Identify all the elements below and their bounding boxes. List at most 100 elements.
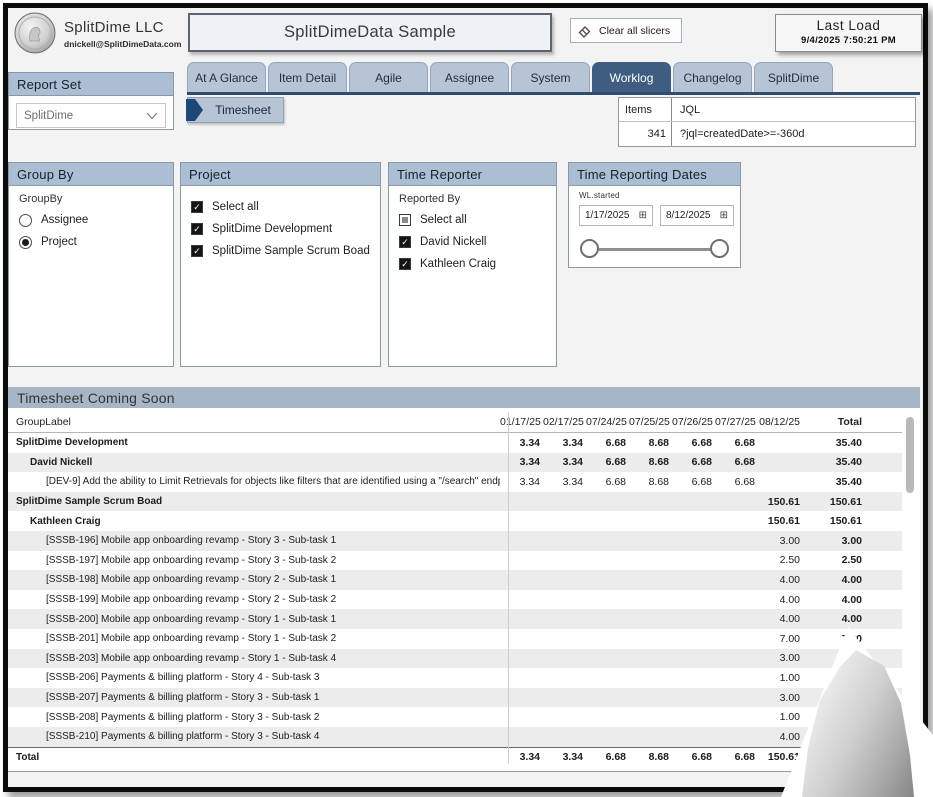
subtab-label: Timesheet [203, 103, 283, 117]
column-header-date: 07/25/25 [629, 416, 672, 428]
table-row[interactable]: [SSSB-201] Mobile app onboarding revamp … [8, 629, 902, 649]
column-header-grouplabel: GroupLabel [8, 416, 500, 428]
time-reporter-panel: Time Reporter Reported By Select all Davi… [388, 162, 557, 367]
row-label: Kathleen Craig [8, 516, 500, 527]
report-title: SplitDimeData Sample [188, 13, 552, 52]
last-load-timestamp: 9/4/2025 7:50:21 PM [776, 35, 921, 46]
cell-value: 8.68 [629, 751, 672, 763]
table-row[interactable]: [SSSB-200] Mobile app onboarding revamp … [8, 609, 902, 629]
checkbox-label: Kathleen Craig [420, 258, 496, 270]
cell-total: 4.00 [803, 574, 865, 586]
query-box: Items JQL 341 ?jql=createdDate>=-360d [618, 97, 916, 147]
slider-track [591, 248, 718, 251]
tab-at-a-glance[interactable]: At A Glance [187, 62, 266, 92]
table-row[interactable]: [SSSB-196] Mobile app onboarding revamp … [8, 531, 902, 551]
checkbox-splitdime-sample-scrum-boad[interactable]: SplitDime Sample Scrum Boad [191, 240, 380, 262]
row-label: [SSSB-196] Mobile app onboarding revamp … [8, 535, 500, 546]
report-set-dropdown[interactable]: SplitDime [16, 103, 166, 128]
tab-item-detail[interactable]: Item Detail [268, 62, 347, 92]
tab-assignee[interactable]: Assignee [430, 62, 509, 92]
cell-total: 35.40 [803, 456, 865, 468]
checkbox-select-all[interactable]: Select all [399, 209, 556, 231]
cell-value: 4.00 [758, 574, 803, 586]
table-row[interactable]: [SSSB-197] Mobile app onboarding revamp … [8, 551, 902, 571]
calendar-icon: ⊞ [720, 210, 728, 221]
report-title-text: SplitDimeData Sample [284, 23, 456, 42]
row-label: [SSSB-207] Payments & billing platform -… [8, 692, 500, 703]
table-row[interactable]: [SSSB-208] Payments & billing platform -… [8, 707, 902, 727]
table-row[interactable]: SplitDime Sample Scrum Boad150.61150.61 [8, 492, 902, 512]
cell-total: 4.00 [803, 594, 865, 606]
radio-label: Project [41, 236, 77, 248]
report-set-panel: Report Set SplitDime [8, 72, 174, 130]
checkbox-select-all[interactable]: Select all [191, 196, 380, 218]
checkbox-icon [399, 236, 411, 248]
table-row[interactable]: [DEV-9] Add the ability to Limit Retriev… [8, 472, 902, 492]
tab-agile[interactable]: Agile [349, 62, 428, 92]
column-header-date: 08/12/25 [758, 416, 803, 428]
checkbox-icon [399, 214, 411, 226]
checkbox-label: David Nickell [420, 236, 486, 248]
row-label: [SSSB-201] Mobile app onboarding revamp … [8, 633, 500, 644]
row-label: David Nickell [8, 457, 500, 468]
cell-total: 2.50 [803, 554, 865, 566]
radio-project[interactable]: Project [19, 231, 173, 253]
table-row[interactable]: Kathleen Craig150.61150.61 [8, 511, 902, 531]
table-header-row: GroupLabel01/17/2502/17/2507/24/2507/25/… [8, 412, 902, 433]
table-row[interactable]: [SSSB-203] Mobile app onboarding revamp … [8, 649, 902, 669]
checkbox-label: SplitDime Development [212, 223, 332, 235]
tab-system[interactable]: System [511, 62, 590, 92]
project-options: Select all SplitDime Development SplitDime… [181, 186, 380, 262]
table-row[interactable]: [SSSB-199] Mobile app onboarding revamp … [8, 590, 902, 610]
table-row[interactable]: David Nickell3.343.346.688.686.686.6835.… [8, 453, 902, 473]
time-reporter-header: Time Reporter [388, 162, 557, 186]
report-frame: SplitDime LLC dnickell@SplitDimeData.com… [3, 3, 928, 792]
table-row[interactable]: SplitDime Development3.343.346.688.686.6… [8, 433, 902, 453]
group-by-options: Assignee Project [9, 207, 173, 253]
table-row[interactable]: [SSSB-210] Payments & billing platform -… [8, 727, 902, 747]
checkbox-label: Select all [212, 201, 259, 213]
radio-icon [19, 214, 32, 227]
start-date-input[interactable]: 1/17/2025 ⊞ [579, 205, 653, 226]
cell-value: 6.68 [586, 456, 629, 468]
table-row[interactable]: [SSSB-206] Payments & billing platform -… [8, 668, 902, 688]
radio-label: Assignee [41, 214, 88, 226]
tab-splitdime[interactable]: SplitDime [754, 62, 833, 92]
company-email: dnickell@SplitDimeData.com [64, 39, 181, 49]
cell-value: 6.68 [715, 476, 758, 488]
slider-handle-end[interactable] [710, 239, 729, 258]
cell-value: 3.34 [543, 437, 586, 449]
slider-handle-start[interactable] [580, 239, 599, 258]
last-load-label: Last Load [776, 18, 921, 33]
project-panel: Project Select allSplitDime DevelopmentS… [180, 162, 381, 367]
row-label: [DEV-9] Add the ability to Limit Retriev… [8, 476, 500, 487]
checkbox-icon [191, 245, 203, 257]
checkbox-icon [191, 223, 203, 235]
eraser-icon [577, 23, 593, 39]
tab-bar: At A GlanceItem DetailAgileAssigneeSyste… [187, 62, 833, 92]
end-date-input[interactable]: 8/12/2025 ⊞ [660, 205, 734, 226]
cell-value: 6.68 [715, 456, 758, 468]
time-reporter-field-label: Reported By [389, 186, 556, 207]
checkbox-label: SplitDime Sample Scrum Boad [212, 245, 370, 257]
clear-all-slicers-button[interactable]: Clear all slicers [570, 18, 682, 43]
tab-changelog[interactable]: Changelog [673, 62, 752, 92]
vertical-scrollbar-thumb[interactable] [906, 417, 914, 493]
column-header-date: 07/27/25 [715, 416, 758, 428]
table-row[interactable]: [SSSB-207] Payments & billing platform -… [8, 688, 902, 708]
table-row[interactable]: [SSSB-198] Mobile app onboarding revamp … [8, 570, 902, 590]
tab-underline [187, 92, 920, 95]
checkbox-kathleen-craig[interactable]: Kathleen Craig [399, 253, 556, 275]
radio-assignee[interactable]: Assignee [19, 209, 173, 231]
row-label: [SSSB-197] Mobile app onboarding revamp … [8, 555, 500, 566]
cell-total: 35.40 [803, 476, 865, 488]
tab-worklog[interactable]: Worklog [592, 62, 671, 92]
table-total-row[interactable]: Total3.343.346.688.686.686.68150.61 [8, 747, 902, 768]
checkbox-david-nickell[interactable]: David Nickell [399, 231, 556, 253]
cell-value: 6.68 [586, 437, 629, 449]
items-value: 341 [619, 128, 671, 140]
cell-total: 4.00 [803, 613, 865, 625]
cell-value: 6.68 [672, 751, 715, 763]
subtab-timesheet[interactable]: Timesheet [187, 97, 284, 123]
checkbox-splitdime-development[interactable]: SplitDime Development [191, 218, 380, 240]
